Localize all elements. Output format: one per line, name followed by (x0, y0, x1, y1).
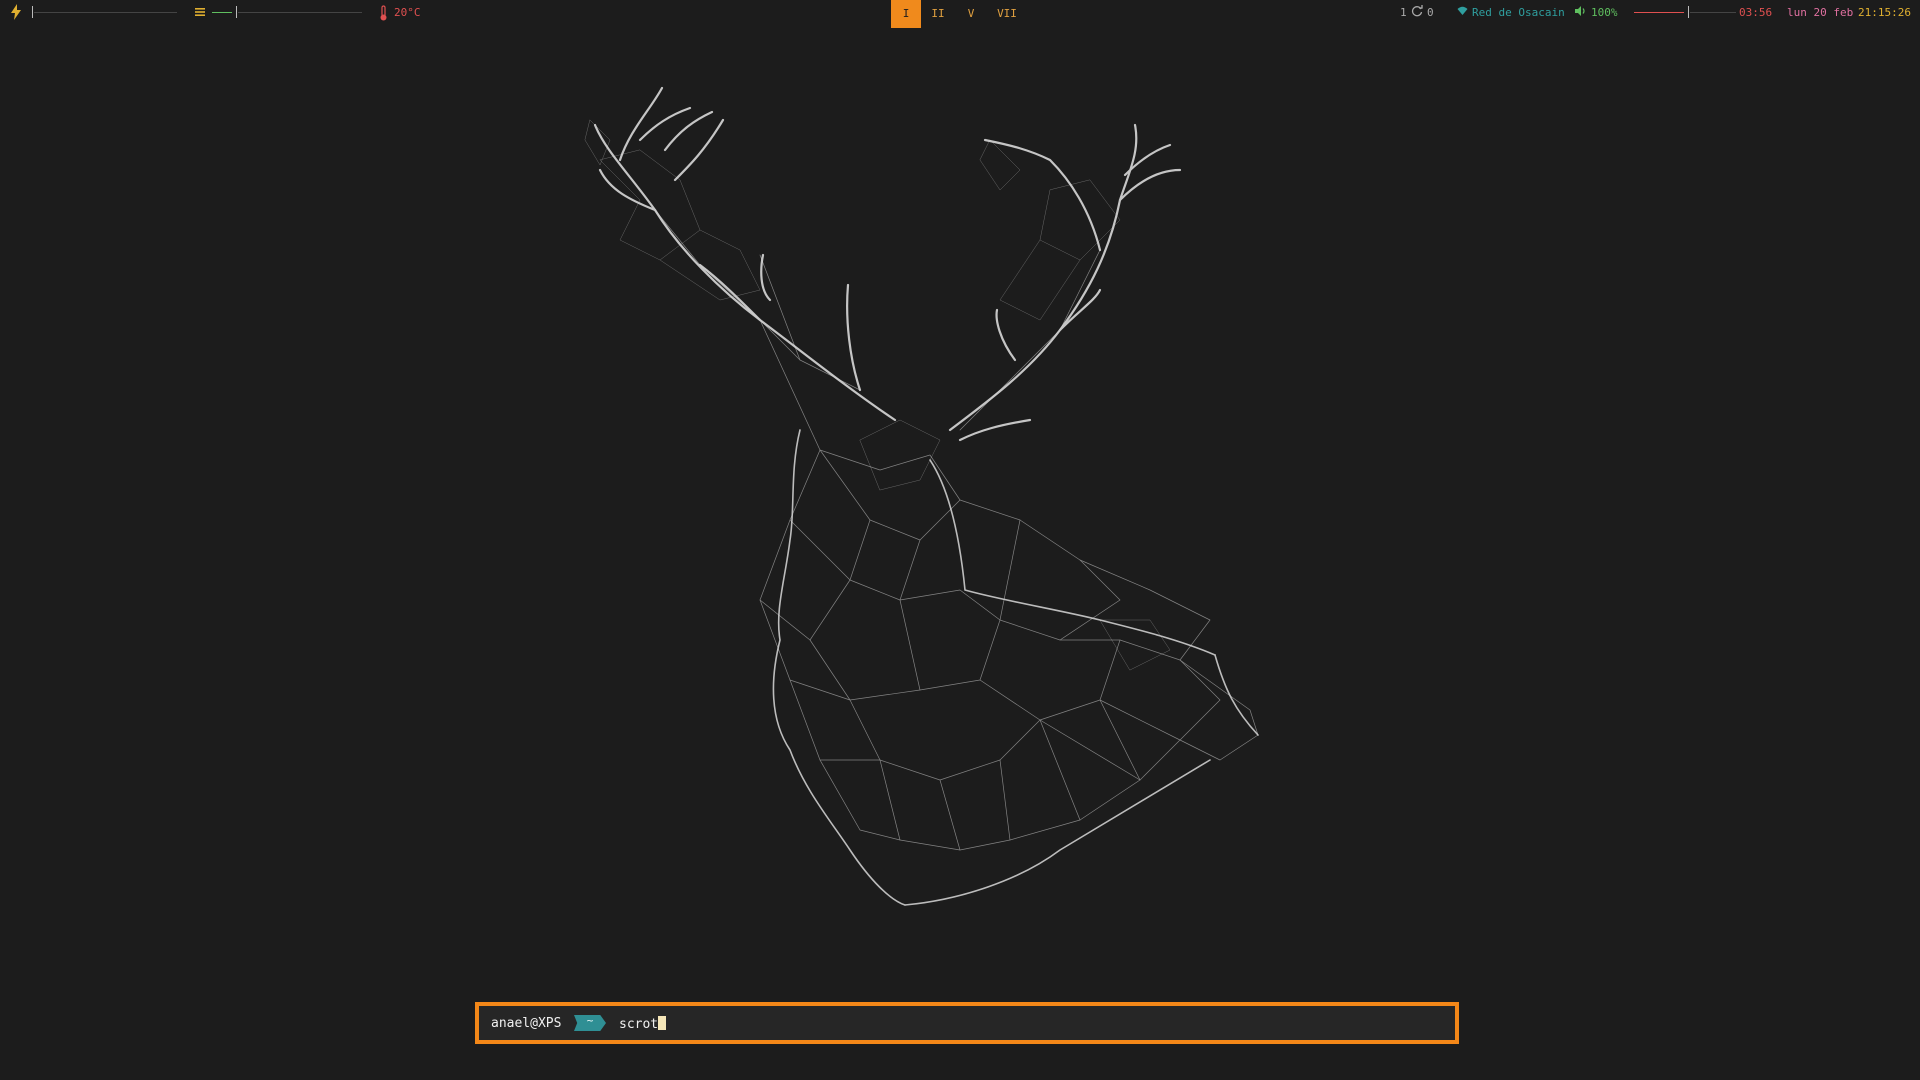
terminal-window[interactable]: anael@XPS ~ scrot (475, 1002, 1459, 1044)
top-bar: 20°C I II V VII 1 0 Red de Osacain 100% … (0, 0, 1920, 28)
workspace-7-label: VII (997, 7, 1017, 20)
memory-slider-knob[interactable] (236, 6, 237, 18)
prompt-user-host: anael@XPS (491, 1016, 562, 1031)
updates-pending: 0 (1427, 6, 1434, 19)
brightness-slider[interactable] (34, 12, 177, 13)
workspace-2[interactable]: II (923, 0, 953, 28)
clock-text: 21:15:26 (1858, 6, 1911, 19)
lightning-icon (10, 4, 22, 23)
workspace-7[interactable]: VII (990, 0, 1024, 28)
brightness-slider-knob[interactable] (32, 6, 33, 18)
command-input[interactable]: scrot (619, 1016, 667, 1032)
memory-usage-fill (212, 12, 232, 13)
workspace-5[interactable]: V (956, 0, 986, 28)
network-name[interactable]: Red de Osacain (1472, 6, 1565, 19)
memory-slider[interactable] (238, 12, 362, 13)
volume-slider-fill (1634, 12, 1684, 13)
date-text: lun 20 feb (1787, 6, 1854, 19)
workspace-2-label: II (931, 7, 945, 20)
speaker-icon[interactable] (1574, 5, 1586, 20)
deer-head-icon (584, 86, 1259, 906)
battery-time: 03:56 (1739, 6, 1773, 19)
temperature-value: 20°C (394, 6, 421, 19)
workspace-5-label: V (967, 7, 975, 20)
thermometer-icon (379, 5, 388, 24)
workspace-1-label: I (902, 7, 910, 20)
refresh-icon[interactable] (1411, 5, 1423, 20)
workspace-1[interactable]: I (891, 0, 921, 28)
prompt-directory: ~ (574, 1015, 606, 1031)
hamburger-icon[interactable] (195, 7, 205, 20)
updates-count: 1 (1400, 6, 1407, 19)
volume-slider-knob[interactable] (1688, 6, 1689, 18)
volume-value: 100% (1591, 6, 1618, 19)
wifi-icon[interactable] (1457, 6, 1468, 19)
volume-slider[interactable] (1690, 12, 1736, 13)
command-text: scrot (619, 1017, 659, 1032)
text-cursor (658, 1016, 667, 1030)
